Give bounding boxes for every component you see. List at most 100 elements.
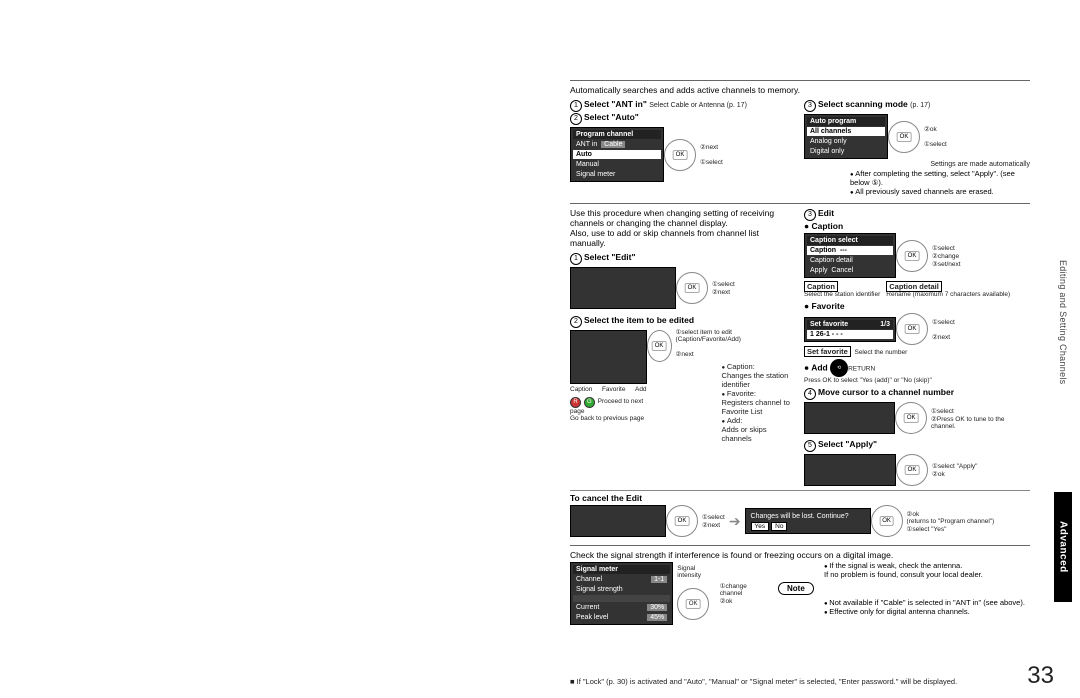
ok-hints-1: ②next ①select [700,143,723,166]
circled-2: 2 [570,113,582,125]
circled-5: 5 [804,440,816,452]
cs-ok-hints: ①select②change③set/next [932,244,961,268]
rg-prev-hint: Go back to previous page [570,415,647,422]
signal-strength-row: Signal strength [573,585,670,594]
favorite-heading: Favorite [812,301,845,311]
auto-intro: Automatically searches and adds active c… [570,85,1030,95]
note-2: Effective only for digital antenna chann… [824,607,1030,616]
step-ant-in: Select "ANT in" [584,99,647,109]
caption-detail-row: Caption detail [807,256,893,265]
arrow-right-icon: ➔ [729,513,741,530]
cancel-panel [570,505,666,537]
step-scan-mode: Select scanning mode [818,99,908,109]
section-auto: Automatically searches and adds active c… [570,80,1030,203]
ok-hints-2: ②ok ①select [924,125,947,148]
ok-dpad-icon [676,272,708,304]
cancel-edit-heading: To cancel the Edit [570,493,642,503]
red-button-icon: R [570,397,581,408]
confirm-dialog-panel: Changes will be lost. Continue? YesNo [745,508,871,534]
add-text: Press OK to select "Yes (add)" or "No (s… [804,377,1030,384]
note-1: Not available if "Cable" is selected in … [824,598,1030,607]
move-ok-hints: ①select②Press OK to tune to the channel. [931,407,1030,430]
rg-next-hint: Proceed to next page [570,398,643,415]
step-select-item: Select the item to be edited [584,315,694,325]
label-add: Add [635,386,647,393]
label-favorite: Favorite [602,386,625,393]
scan-mode-page: (p. 17) [910,102,930,109]
circled-4: 4 [804,388,816,400]
ok-dpad-icon [896,454,928,486]
circled-2: 2 [570,316,582,328]
caption-select-panel: Caption select Caption --- Caption detai… [804,233,896,278]
ok-dpad-icon [677,588,709,620]
dialog-ok-hints: ②ok(returns to "Program channel")①select… [907,510,995,533]
ok-dpad-icon [666,505,698,537]
section-manual: Use this procedure when changing setting… [570,203,1030,545]
apply-ok-hints: ①select "Apply"②ok [932,462,978,478]
ant-in-row: ANT in [576,141,597,148]
signal-meter-row: Signal meter [573,170,661,179]
signal-bar [573,595,670,602]
section-signal-meter: Check the signal strength if interferenc… [570,545,1030,633]
ant-in-hint: Select Cable or Antenna (p. 17) [649,102,747,109]
advanced-tab: Advanced [1054,492,1072,602]
ok-dpad-icon [888,121,920,153]
footnote: ■ If "Lock" (p. 30) is activated and "Au… [570,677,1030,686]
sf-row: 1 26-1 - - - [807,330,893,339]
ant-in-value: Cable [601,141,625,148]
set-favorite-box-label: Set favorite [804,346,851,357]
side-section-title: Editing and Setting Channels [1058,260,1068,384]
green-button-icon: G [584,397,595,408]
caption-heading: Caption [812,221,844,231]
manual-intro-1: Use this procedure when changing setting… [570,208,796,228]
return-label: RETURN [848,365,875,372]
auto-bullet-2: All previously saved channels are erased… [850,187,1030,196]
label-caption: Caption [570,386,592,393]
analog-only-row: Analog only [807,137,885,146]
ok-dpad-icon [871,505,903,537]
auto-note: Settings are made automatically [804,161,1030,168]
circled-1: 1 [570,253,582,265]
circled-1: 1 [570,100,582,112]
digital-only-row: Digital only [807,147,885,156]
move-cursor-panel [804,402,895,434]
cs-title: Caption select [807,236,893,245]
auto-row: Auto [573,150,661,159]
step-edit: Edit [818,208,834,218]
ok-dpad-icon [895,402,927,434]
circled-3: 3 [804,209,816,221]
apply-panel [804,454,896,486]
all-channels-row: All channels [807,127,885,136]
auto-program-panel: Auto program All channels Analog only Di… [804,114,888,159]
manual-page: Editing and Setting Channels Advanced 33… [0,0,1080,698]
auto-bullets: After completing the setting, select "Ap… [810,169,1030,196]
signal-intensity-label: Signal intensity [677,565,701,579]
program-channel-panel: Program channel ANT in Cable Auto Manual… [570,127,664,182]
ap-title: Auto program [807,117,885,126]
confirm-dialog-text: Changes will be lost. Continue? [748,512,868,521]
sm-title: Signal meter [573,565,670,574]
ok-dpad-icon [896,240,928,272]
manual-intro-2: Also, use to add or skip channels from c… [570,228,796,248]
ok-dpad-icon [664,139,696,171]
step-auto: Select "Auto" [584,112,639,122]
cancel-ok-hints: ①select②next [702,513,725,529]
page-number: 33 [1027,662,1054,690]
no-button[interactable]: No [771,522,787,531]
manual-row: Manual [573,160,661,169]
note-label: Note [778,582,814,595]
return-icon: ⟲ [830,359,848,377]
set-favorite-panel: Set favorite 1/3 1 26-1 - - - [804,317,896,342]
edit-table-panel [570,330,647,384]
step-select-edit: Select "Edit" [584,252,636,262]
signal-meter-panel: Signal meter Channel 1-1 Signal strength… [570,562,673,625]
sm-ok-hints: ①change channel②ok [720,582,770,605]
auto-bullet-1: After completing the setting, select "Ap… [850,169,1030,187]
step-move-cursor: Move cursor to a channel number [818,387,954,397]
edit-ok-hints: ①select②next [712,280,735,296]
circled-3: 3 [804,100,816,112]
panel-title: Program channel [573,130,661,139]
edit-list-panel [570,267,676,309]
yes-button[interactable]: Yes [751,522,770,531]
sm-intro: Check the signal strength if interferenc… [570,550,1030,560]
